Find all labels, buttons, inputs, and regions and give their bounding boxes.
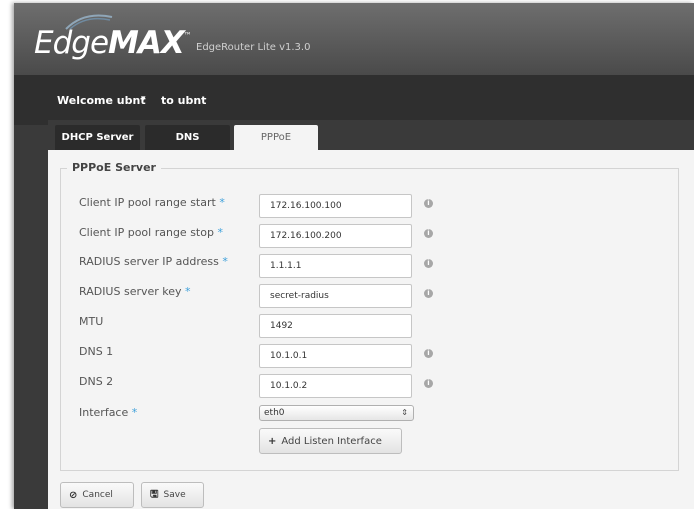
cancel-label: Cancel [82,490,113,500]
mtu-input[interactable] [259,314,412,338]
logo-light-text: Edge [34,25,109,61]
info-icon[interactable]: i [424,199,433,208]
field-label-pool-stop: Client IP pool range stop * [79,226,223,239]
add-listen-interface-button[interactable]: + Add Listen Interface [259,428,402,454]
logo-trademark: ™ [183,31,192,40]
user-bar: Welcome ubnt ▾ to ubnt [14,75,694,125]
required-marker: * [219,196,225,209]
app-header: EdgeMAX™ EdgeRouter Lite v1.3.0 [14,3,694,75]
tab-dhcp-server[interactable]: DHCP Server [55,125,140,150]
save-label: Save [163,490,186,500]
dns1-input[interactable] [259,344,412,368]
dns2-input[interactable] [259,374,412,398]
welcome-user-menu[interactable]: Welcome ubnt [57,94,146,107]
field-label-dns1: DNS 1 [79,345,114,358]
required-marker: * [222,255,228,268]
info-icon[interactable]: i [424,349,433,358]
cancel-button[interactable]: ⊘ Cancel [60,482,134,508]
field-label-radius-key: RADIUS server key * [79,285,191,298]
field-label-interface: Interface * [79,406,138,419]
info-icon[interactable]: i [424,229,433,238]
tab-bar: DHCP Server DNS PPPoE [48,120,694,150]
fieldset-legend: PPPoE Server [67,161,161,174]
add-listen-interface-label: Add Listen Interface [281,435,382,447]
field-label-mtu: MTU [79,315,104,328]
interface-selected-value: eth0 [264,408,285,418]
save-disk-icon: 🖫 [150,488,159,500]
info-icon[interactable]: i [424,379,433,388]
field-label-radius-ip: RADIUS server IP address * [79,255,228,268]
cancel-icon: ⊘ [69,489,78,501]
required-marker: * [217,226,223,239]
radius-key-input[interactable] [259,284,412,308]
field-label-dns2: DNS 2 [79,375,114,388]
tab-pppoe[interactable]: PPPoE [234,125,318,150]
save-button[interactable]: 🖫 Save [141,482,204,508]
plus-icon: + [268,435,277,447]
required-marker: * [185,285,191,298]
logo-bold-text: MAX [108,25,185,61]
radius-ip-input[interactable] [259,254,412,278]
version-label: EdgeRouter Lite v1.3.0 [196,42,311,53]
required-marker: * [131,406,138,419]
info-icon[interactable]: i [424,259,433,268]
pool-stop-input[interactable] [259,224,412,248]
tab-dns[interactable]: DNS [145,125,230,150]
field-label-pool-start: Client IP pool range start * [79,196,225,209]
pppoe-panel: PPPoE Server Client IP pool range start … [48,150,694,509]
target-user-label: to ubnt [161,94,207,107]
chevron-down-icon[interactable]: ▾ [141,94,146,104]
app-window: EdgeMAX™ EdgeRouter Lite v1.3.0 Welcome … [14,3,694,509]
edgemax-logo: EdgeMAX™ [34,25,192,61]
info-icon[interactable]: i [424,289,433,298]
pool-start-input[interactable] [259,194,412,218]
interface-select[interactable]: eth0 ⇕ [259,405,414,421]
select-arrows-icon: ⇕ [401,408,408,417]
